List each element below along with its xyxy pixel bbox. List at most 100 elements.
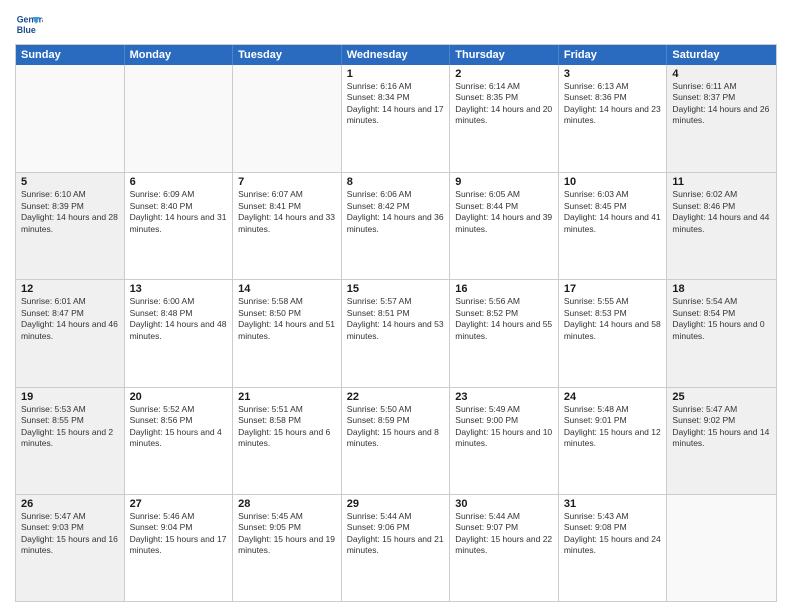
svg-text:General: General: [17, 14, 43, 24]
cal-cell: 5Sunrise: 6:10 AMSunset: 8:39 PMDaylight…: [16, 173, 125, 279]
cal-cell: 6Sunrise: 6:09 AMSunset: 8:40 PMDaylight…: [125, 173, 234, 279]
day-number: 5: [21, 176, 119, 188]
day-number: 13: [130, 283, 228, 295]
day-number: 27: [130, 498, 228, 510]
day-number: 21: [238, 391, 336, 403]
cal-cell: 1Sunrise: 6:16 AMSunset: 8:34 PMDaylight…: [342, 65, 451, 172]
day-number: 31: [564, 498, 662, 510]
day-number: 26: [21, 498, 119, 510]
day-number: 28: [238, 498, 336, 510]
cell-info: Sunrise: 6:09 AMSunset: 8:40 PMDaylight:…: [130, 189, 228, 235]
cal-cell: 17Sunrise: 5:55 AMSunset: 8:53 PMDayligh…: [559, 280, 668, 386]
cell-info: Sunrise: 5:57 AMSunset: 8:51 PMDaylight:…: [347, 296, 445, 342]
cal-cell: 21Sunrise: 5:51 AMSunset: 8:58 PMDayligh…: [233, 388, 342, 494]
day-number: 9: [455, 176, 553, 188]
day-number: 19: [21, 391, 119, 403]
cell-info: Sunrise: 5:44 AMSunset: 9:06 PMDaylight:…: [347, 511, 445, 557]
cell-info: Sunrise: 6:03 AMSunset: 8:45 PMDaylight:…: [564, 189, 662, 235]
calendar-body: 1Sunrise: 6:16 AMSunset: 8:34 PMDaylight…: [16, 65, 776, 601]
cell-info: Sunrise: 5:53 AMSunset: 8:55 PMDaylight:…: [21, 404, 119, 450]
cell-info: Sunrise: 5:44 AMSunset: 9:07 PMDaylight:…: [455, 511, 553, 557]
day-number: 24: [564, 391, 662, 403]
cal-cell: 8Sunrise: 6:06 AMSunset: 8:42 PMDaylight…: [342, 173, 451, 279]
calendar-row-3: 12Sunrise: 6:01 AMSunset: 8:47 PMDayligh…: [16, 279, 776, 386]
cal-cell: 27Sunrise: 5:46 AMSunset: 9:04 PMDayligh…: [125, 495, 234, 601]
cell-info: Sunrise: 5:43 AMSunset: 9:08 PMDaylight:…: [564, 511, 662, 557]
day-number: 1: [347, 68, 445, 80]
cal-cell: 28Sunrise: 5:45 AMSunset: 9:05 PMDayligh…: [233, 495, 342, 601]
cell-info: Sunrise: 5:55 AMSunset: 8:53 PMDaylight:…: [564, 296, 662, 342]
cell-info: Sunrise: 6:00 AMSunset: 8:48 PMDaylight:…: [130, 296, 228, 342]
day-number: 4: [672, 68, 771, 80]
header-day-saturday: Saturday: [667, 45, 776, 65]
cell-info: Sunrise: 5:54 AMSunset: 8:54 PMDaylight:…: [672, 296, 771, 342]
cell-info: Sunrise: 6:05 AMSunset: 8:44 PMDaylight:…: [455, 189, 553, 235]
cell-info: Sunrise: 5:52 AMSunset: 8:56 PMDaylight:…: [130, 404, 228, 450]
cell-info: Sunrise: 5:56 AMSunset: 8:52 PMDaylight:…: [455, 296, 553, 342]
cal-cell: 18Sunrise: 5:54 AMSunset: 8:54 PMDayligh…: [667, 280, 776, 386]
header-day-monday: Monday: [125, 45, 234, 65]
cell-info: Sunrise: 5:49 AMSunset: 9:00 PMDaylight:…: [455, 404, 553, 450]
page: General Blue SundayMondayTuesdayWednesda…: [0, 0, 792, 612]
day-number: 29: [347, 498, 445, 510]
cal-cell: [16, 65, 125, 172]
day-number: 7: [238, 176, 336, 188]
cal-cell: 26Sunrise: 5:47 AMSunset: 9:03 PMDayligh…: [16, 495, 125, 601]
day-number: 23: [455, 391, 553, 403]
cal-cell: 25Sunrise: 5:47 AMSunset: 9:02 PMDayligh…: [667, 388, 776, 494]
cell-info: Sunrise: 5:47 AMSunset: 9:03 PMDaylight:…: [21, 511, 119, 557]
calendar-header: SundayMondayTuesdayWednesdayThursdayFrid…: [16, 45, 776, 65]
cal-cell: 9Sunrise: 6:05 AMSunset: 8:44 PMDaylight…: [450, 173, 559, 279]
cal-cell: 10Sunrise: 6:03 AMSunset: 8:45 PMDayligh…: [559, 173, 668, 279]
cal-cell: 4Sunrise: 6:11 AMSunset: 8:37 PMDaylight…: [667, 65, 776, 172]
header-day-friday: Friday: [559, 45, 668, 65]
cell-info: Sunrise: 5:48 AMSunset: 9:01 PMDaylight:…: [564, 404, 662, 450]
day-number: 2: [455, 68, 553, 80]
day-number: 18: [672, 283, 771, 295]
cal-cell: 11Sunrise: 6:02 AMSunset: 8:46 PMDayligh…: [667, 173, 776, 279]
cal-cell: 22Sunrise: 5:50 AMSunset: 8:59 PMDayligh…: [342, 388, 451, 494]
day-number: 11: [672, 176, 771, 188]
header: General Blue: [15, 10, 777, 38]
header-day-wednesday: Wednesday: [342, 45, 451, 65]
cal-cell: 31Sunrise: 5:43 AMSunset: 9:08 PMDayligh…: [559, 495, 668, 601]
cal-cell: 3Sunrise: 6:13 AMSunset: 8:36 PMDaylight…: [559, 65, 668, 172]
cell-info: Sunrise: 6:07 AMSunset: 8:41 PMDaylight:…: [238, 189, 336, 235]
header-day-tuesday: Tuesday: [233, 45, 342, 65]
cal-cell: 20Sunrise: 5:52 AMSunset: 8:56 PMDayligh…: [125, 388, 234, 494]
calendar-row-4: 19Sunrise: 5:53 AMSunset: 8:55 PMDayligh…: [16, 387, 776, 494]
calendar-row-5: 26Sunrise: 5:47 AMSunset: 9:03 PMDayligh…: [16, 494, 776, 601]
logo: General Blue: [15, 10, 43, 38]
cell-info: Sunrise: 6:02 AMSunset: 8:46 PMDaylight:…: [672, 189, 771, 235]
cal-cell: [233, 65, 342, 172]
calendar: SundayMondayTuesdayWednesdayThursdayFrid…: [15, 44, 777, 602]
day-number: 25: [672, 391, 771, 403]
day-number: 14: [238, 283, 336, 295]
calendar-row-1: 1Sunrise: 6:16 AMSunset: 8:34 PMDaylight…: [16, 65, 776, 172]
cal-cell: 24Sunrise: 5:48 AMSunset: 9:01 PMDayligh…: [559, 388, 668, 494]
cell-info: Sunrise: 5:58 AMSunset: 8:50 PMDaylight:…: [238, 296, 336, 342]
cell-info: Sunrise: 6:10 AMSunset: 8:39 PMDaylight:…: [21, 189, 119, 235]
day-number: 17: [564, 283, 662, 295]
cal-cell: 7Sunrise: 6:07 AMSunset: 8:41 PMDaylight…: [233, 173, 342, 279]
cal-cell: 12Sunrise: 6:01 AMSunset: 8:47 PMDayligh…: [16, 280, 125, 386]
day-number: 22: [347, 391, 445, 403]
logo-icon: General Blue: [15, 10, 43, 38]
cal-cell: 29Sunrise: 5:44 AMSunset: 9:06 PMDayligh…: [342, 495, 451, 601]
day-number: 3: [564, 68, 662, 80]
day-number: 20: [130, 391, 228, 403]
cell-info: Sunrise: 6:11 AMSunset: 8:37 PMDaylight:…: [672, 81, 771, 127]
cal-cell: 14Sunrise: 5:58 AMSunset: 8:50 PMDayligh…: [233, 280, 342, 386]
cell-info: Sunrise: 5:51 AMSunset: 8:58 PMDaylight:…: [238, 404, 336, 450]
header-day-sunday: Sunday: [16, 45, 125, 65]
cell-info: Sunrise: 6:13 AMSunset: 8:36 PMDaylight:…: [564, 81, 662, 127]
day-number: 15: [347, 283, 445, 295]
cal-cell: 2Sunrise: 6:14 AMSunset: 8:35 PMDaylight…: [450, 65, 559, 172]
cal-cell: 19Sunrise: 5:53 AMSunset: 8:55 PMDayligh…: [16, 388, 125, 494]
cell-info: Sunrise: 6:01 AMSunset: 8:47 PMDaylight:…: [21, 296, 119, 342]
day-number: 12: [21, 283, 119, 295]
svg-text:Blue: Blue: [17, 25, 36, 35]
cell-info: Sunrise: 5:46 AMSunset: 9:04 PMDaylight:…: [130, 511, 228, 557]
cal-cell: [125, 65, 234, 172]
header-day-thursday: Thursday: [450, 45, 559, 65]
